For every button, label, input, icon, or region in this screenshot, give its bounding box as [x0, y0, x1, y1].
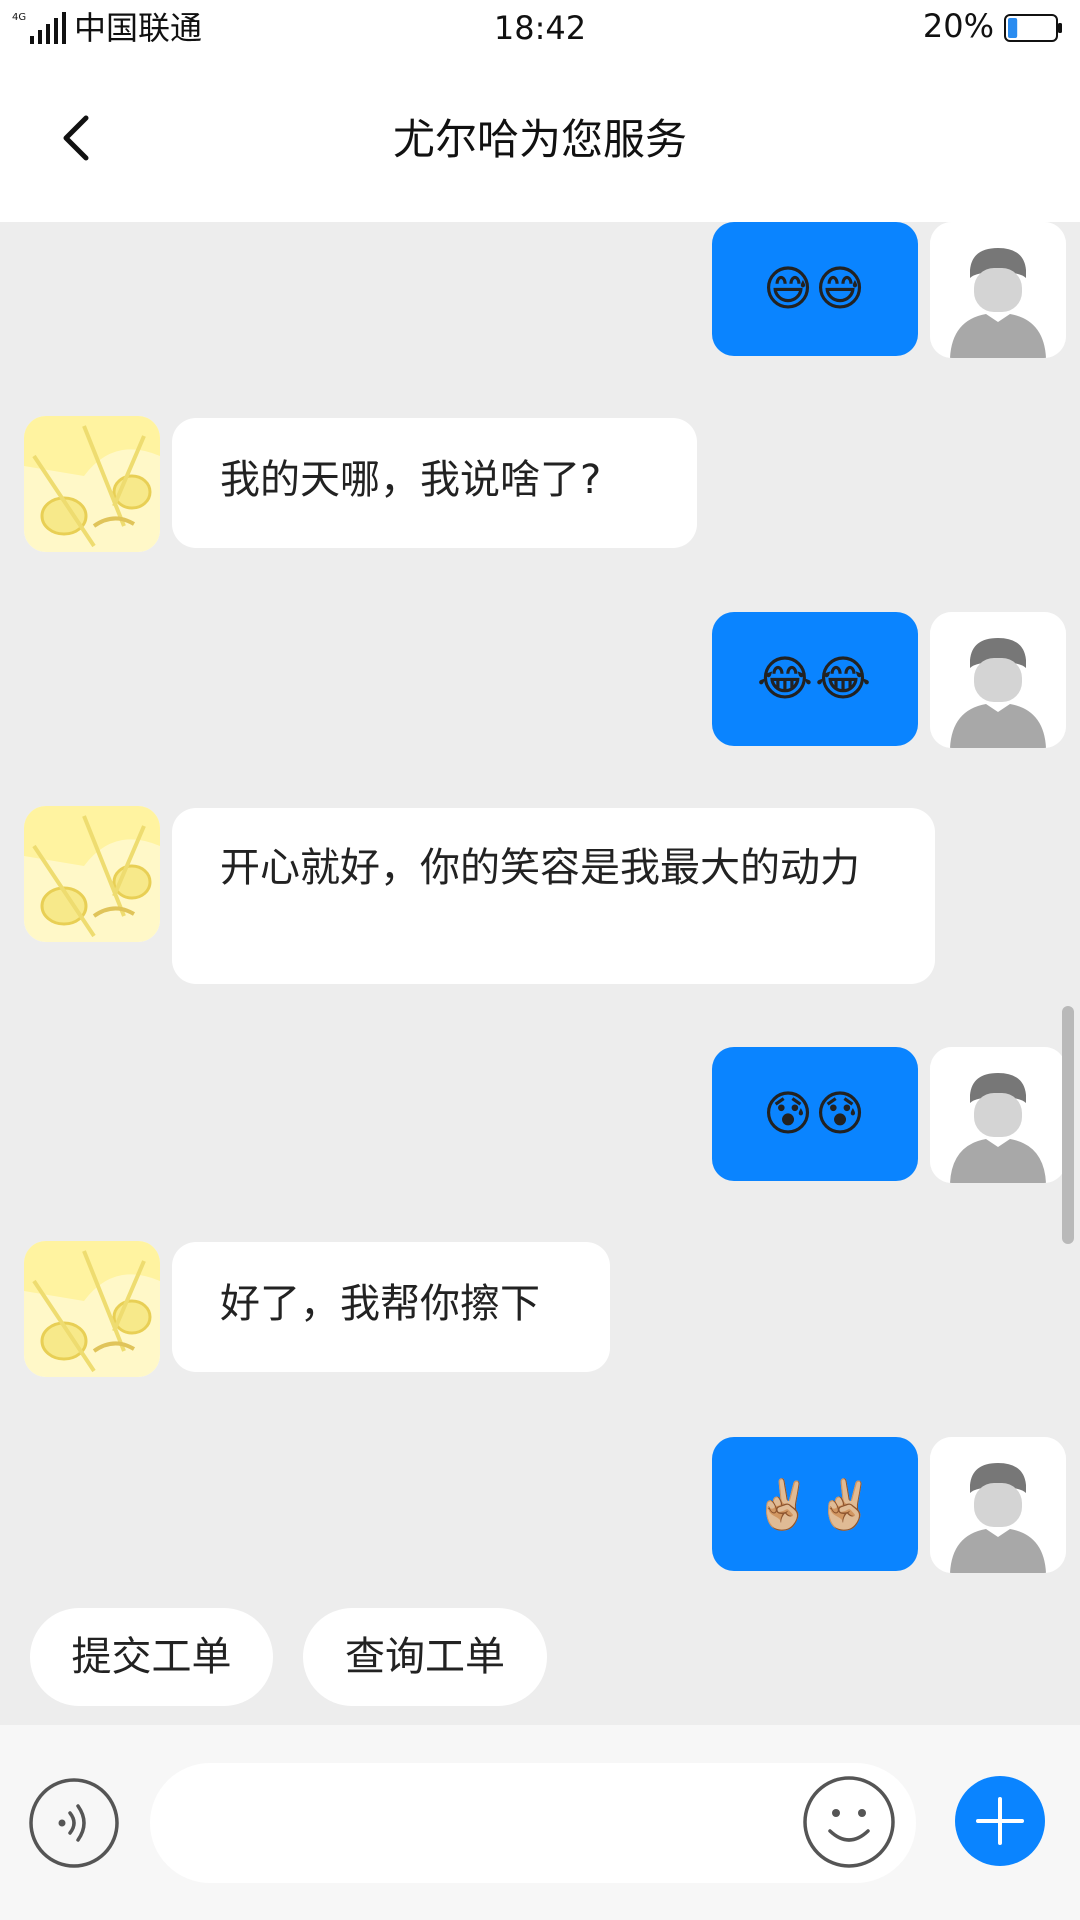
voice-icon — [29, 1778, 119, 1868]
user-avatar[interactable] — [930, 1437, 1066, 1573]
bot-message-bubble[interactable]: 好了，我帮你擦下 — [172, 1242, 610, 1372]
user-message-bubble[interactable]: ✌🏼✌🏼 — [712, 1437, 918, 1571]
bot-message-bubble[interactable]: 我的天哪，我说啥了? — [172, 418, 697, 548]
user-message-bubble[interactable]: 😰😰 — [712, 1047, 918, 1181]
emoji-icon — [803, 1776, 895, 1868]
user-avatar-icon — [930, 612, 1066, 748]
page-title: 尤尔哈为您服务 — [392, 115, 687, 164]
bot-avatar[interactable] — [24, 1241, 160, 1377]
chat-scrollbar[interactable] — [1062, 1006, 1074, 1244]
anime-avatar-icon — [24, 806, 160, 942]
emoji-button[interactable] — [802, 1775, 896, 1869]
user-message-bubble[interactable]: 😅😅 — [712, 222, 918, 356]
user-avatar-icon — [930, 222, 1066, 358]
anime-avatar-icon — [24, 1241, 160, 1377]
bot-avatar[interactable] — [24, 416, 160, 552]
status-time: 18:42 — [493, 9, 587, 47]
bot-message-bubble[interactable]: 开心就好，你的笑容是我最大的动力 — [172, 808, 935, 984]
battery-icon — [1004, 14, 1062, 42]
user-avatar-icon — [930, 1047, 1066, 1183]
battery-percent: 20% — [922, 7, 994, 45]
status-bar: 4G 中国联通 18:42 20% — [0, 0, 1080, 56]
user-avatar[interactable] — [930, 1047, 1066, 1183]
anime-avatar-icon — [24, 416, 160, 552]
bot-avatar[interactable] — [24, 806, 160, 942]
voice-button[interactable] — [28, 1777, 120, 1869]
user-avatar[interactable] — [930, 612, 1066, 748]
user-avatar[interactable] — [930, 222, 1066, 358]
user-avatar-icon — [930, 1437, 1066, 1573]
user-message-bubble[interactable]: 😂😂 — [712, 612, 918, 746]
more-button[interactable] — [954, 1775, 1046, 1867]
input-bar — [0, 1725, 1080, 1920]
submit-ticket-button[interactable]: 提交工单 — [30, 1608, 273, 1706]
header: 尤尔哈为您服务 — [0, 56, 1080, 222]
query-ticket-button[interactable]: 查询工单 — [303, 1608, 547, 1706]
